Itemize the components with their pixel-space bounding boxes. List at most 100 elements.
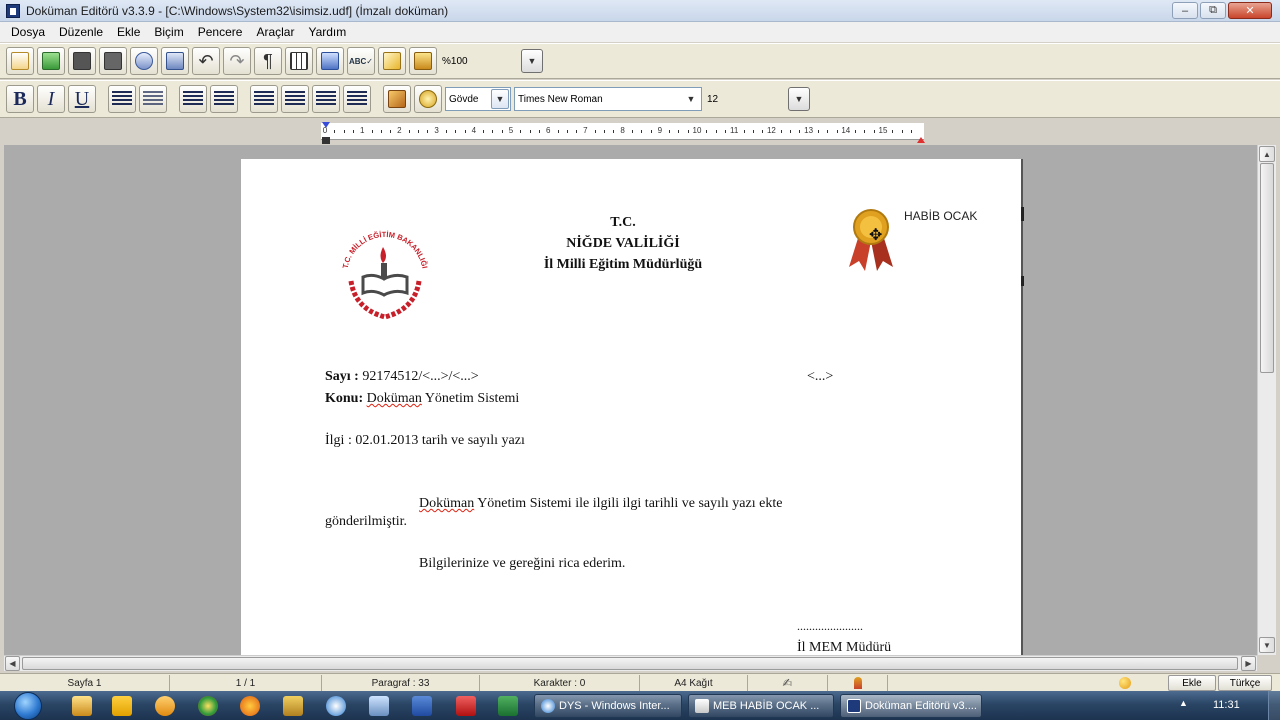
ruler-tick: [910, 130, 912, 133]
document-page[interactable]: T.C. MİLLİ EĞİTİM BAKANLIĞI T.C. NİĞDE V…: [241, 159, 1024, 655]
style-dropdown-arrow[interactable]: ▼: [491, 89, 509, 109]
quicklaunch-chrome-icon[interactable]: [198, 696, 218, 716]
scroll-down-button[interactable]: ▼: [1259, 637, 1275, 653]
language-button[interactable]: Türkçe: [1218, 675, 1272, 691]
left-indent-marker[interactable]: [322, 137, 330, 144]
italic-button[interactable]: I: [37, 85, 65, 113]
vertical-scroll-thumb[interactable]: [1260, 163, 1274, 373]
align-right-button[interactable]: [312, 85, 340, 113]
taskbar-editor-label: Doküman Editörü v3....: [865, 700, 977, 712]
numbered-list-button[interactable]: [139, 85, 167, 113]
zoom-field[interactable]: %100: [440, 49, 518, 73]
ruler-tick: [752, 130, 754, 133]
quicklaunch-folder-icon[interactable]: [112, 696, 132, 716]
formatting-toolbar: B I U Gövde ▼ Times New Roman ▼ 12 ▼: [0, 80, 1280, 118]
menu-pencere[interactable]: Pencere: [191, 25, 250, 39]
close-button[interactable]: ✕: [1228, 2, 1272, 19]
zoom-dropdown-button[interactable]: ▼: [521, 49, 543, 73]
format-painter-button[interactable]: [383, 85, 411, 113]
sign-button[interactable]: [378, 47, 406, 75]
minimize-button[interactable]: –: [1172, 2, 1198, 19]
align-left-icon: [254, 91, 274, 107]
ruler-label: 2: [397, 126, 402, 135]
horizontal-scrollbar[interactable]: ◀ ▶: [4, 655, 1257, 671]
taskbar-clock[interactable]: 11:31: [1213, 699, 1240, 711]
style-select[interactable]: Gövde ▼: [445, 87, 511, 111]
justify-button[interactable]: [343, 85, 371, 113]
ruler-tick: [566, 130, 568, 133]
underline-button[interactable]: U: [68, 85, 96, 113]
chevron-up-icon: ▲: [1263, 149, 1271, 159]
increase-indent-icon: [214, 91, 234, 107]
ruler-tick: [678, 130, 680, 133]
quicklaunch-tool-icon[interactable]: [283, 696, 303, 716]
bold-button[interactable]: B: [6, 85, 34, 113]
redo-icon: ↷: [229, 50, 245, 71]
stamp-button[interactable]: [409, 47, 437, 75]
taskbar-meb-window[interactable]: MEB HABİB OCAK ...: [688, 694, 834, 718]
save-icon: [73, 52, 91, 70]
tray-expand-icon[interactable]: ▲: [1179, 698, 1188, 708]
print-button[interactable]: [161, 47, 189, 75]
redo-button[interactable]: ↷: [223, 47, 251, 75]
font-size-field[interactable]: 12: [705, 87, 785, 111]
save-as-button[interactable]: [99, 47, 127, 75]
quicklaunch-excel-icon[interactable]: [498, 696, 518, 716]
horizontal-ruler[interactable]: 0 1 2 3 4 5 6 7 8 9 10 11 12 13 14 15: [321, 123, 924, 140]
ruler-tick: [669, 130, 671, 133]
taskbar-ie-window[interactable]: DYS - Windows Inter...: [534, 694, 682, 718]
horizontal-scroll-thumb[interactable]: [22, 657, 1238, 670]
pilcrow-icon: ¶: [263, 50, 273, 71]
decrease-indent-button[interactable]: [179, 85, 207, 113]
insert-table-button[interactable]: [285, 47, 313, 75]
menu-bicim[interactable]: Biçim: [147, 25, 190, 39]
windows-button[interactable]: [316, 47, 344, 75]
insert-mode-button[interactable]: Ekle: [1168, 675, 1216, 691]
menu-ekle[interactable]: Ekle: [110, 25, 147, 39]
quicklaunch-ie-icon[interactable]: [326, 696, 346, 716]
ruler-tick: [352, 130, 354, 133]
menu-araclar[interactable]: Araçlar: [249, 25, 301, 39]
new-document-button[interactable]: [6, 47, 34, 75]
vertical-scrollbar[interactable]: ▲ ▼: [1257, 145, 1276, 655]
maximize-button[interactable]: ⧉: [1200, 2, 1226, 19]
save-button[interactable]: [68, 47, 96, 75]
scroll-right-button[interactable]: ▶: [1241, 656, 1256, 671]
styles-button[interactable]: [414, 85, 442, 113]
quicklaunch-app-icon[interactable]: [72, 696, 92, 716]
ruler-label: 3: [434, 126, 439, 135]
menu-dosya[interactable]: Dosya: [4, 25, 52, 39]
page-edge-marker: [1021, 276, 1024, 286]
align-left-button[interactable]: [250, 85, 278, 113]
font-dropdown-arrow[interactable]: ▼: [682, 89, 700, 109]
spell-check-button[interactable]: ABC✓: [347, 47, 375, 75]
quicklaunch-firefox-icon[interactable]: [240, 696, 260, 716]
print-preview-button[interactable]: [130, 47, 158, 75]
align-center-icon: [285, 91, 305, 107]
quicklaunch-explorer-icon[interactable]: [369, 696, 389, 716]
scroll-up-button[interactable]: ▲: [1259, 146, 1275, 162]
bullet-list-button[interactable]: [108, 85, 136, 113]
windows-icon: [321, 52, 339, 70]
font-size-dropdown-button[interactable]: ▼: [788, 87, 810, 111]
align-center-button[interactable]: [281, 85, 309, 113]
open-button[interactable]: [37, 47, 65, 75]
taskbar-editor-window[interactable]: Doküman Editörü v3....: [840, 694, 982, 718]
increase-indent-button[interactable]: [210, 85, 238, 113]
menu-duzenle[interactable]: Düzenle: [52, 25, 110, 39]
quicklaunch-media-icon[interactable]: [155, 696, 175, 716]
start-button[interactable]: [8, 691, 48, 720]
quicklaunch-word-icon[interactable]: [412, 696, 432, 716]
document-workspace: T.C. MİLLİ EĞİTİM BAKANLIĞI T.C. NİĞDE V…: [4, 145, 1257, 655]
quicklaunch-pdf-icon[interactable]: [456, 696, 476, 716]
undo-button[interactable]: ↶: [192, 47, 220, 75]
paragraph-marks-button[interactable]: ¶: [254, 47, 282, 75]
app-icon[interactable]: [6, 3, 20, 18]
body-paragraph-1-line2: gönderilmiştir.: [325, 514, 408, 529]
menu-yardim[interactable]: Yardım: [301, 25, 353, 39]
show-desktop-button[interactable]: [1268, 691, 1280, 720]
font-select[interactable]: Times New Roman ▼: [514, 87, 702, 111]
chevron-left-icon: ◀: [9, 659, 16, 668]
sayi-line: Sayı : 92174512/<...>/<...>: [325, 369, 479, 385]
scroll-left-button[interactable]: ◀: [5, 656, 20, 671]
